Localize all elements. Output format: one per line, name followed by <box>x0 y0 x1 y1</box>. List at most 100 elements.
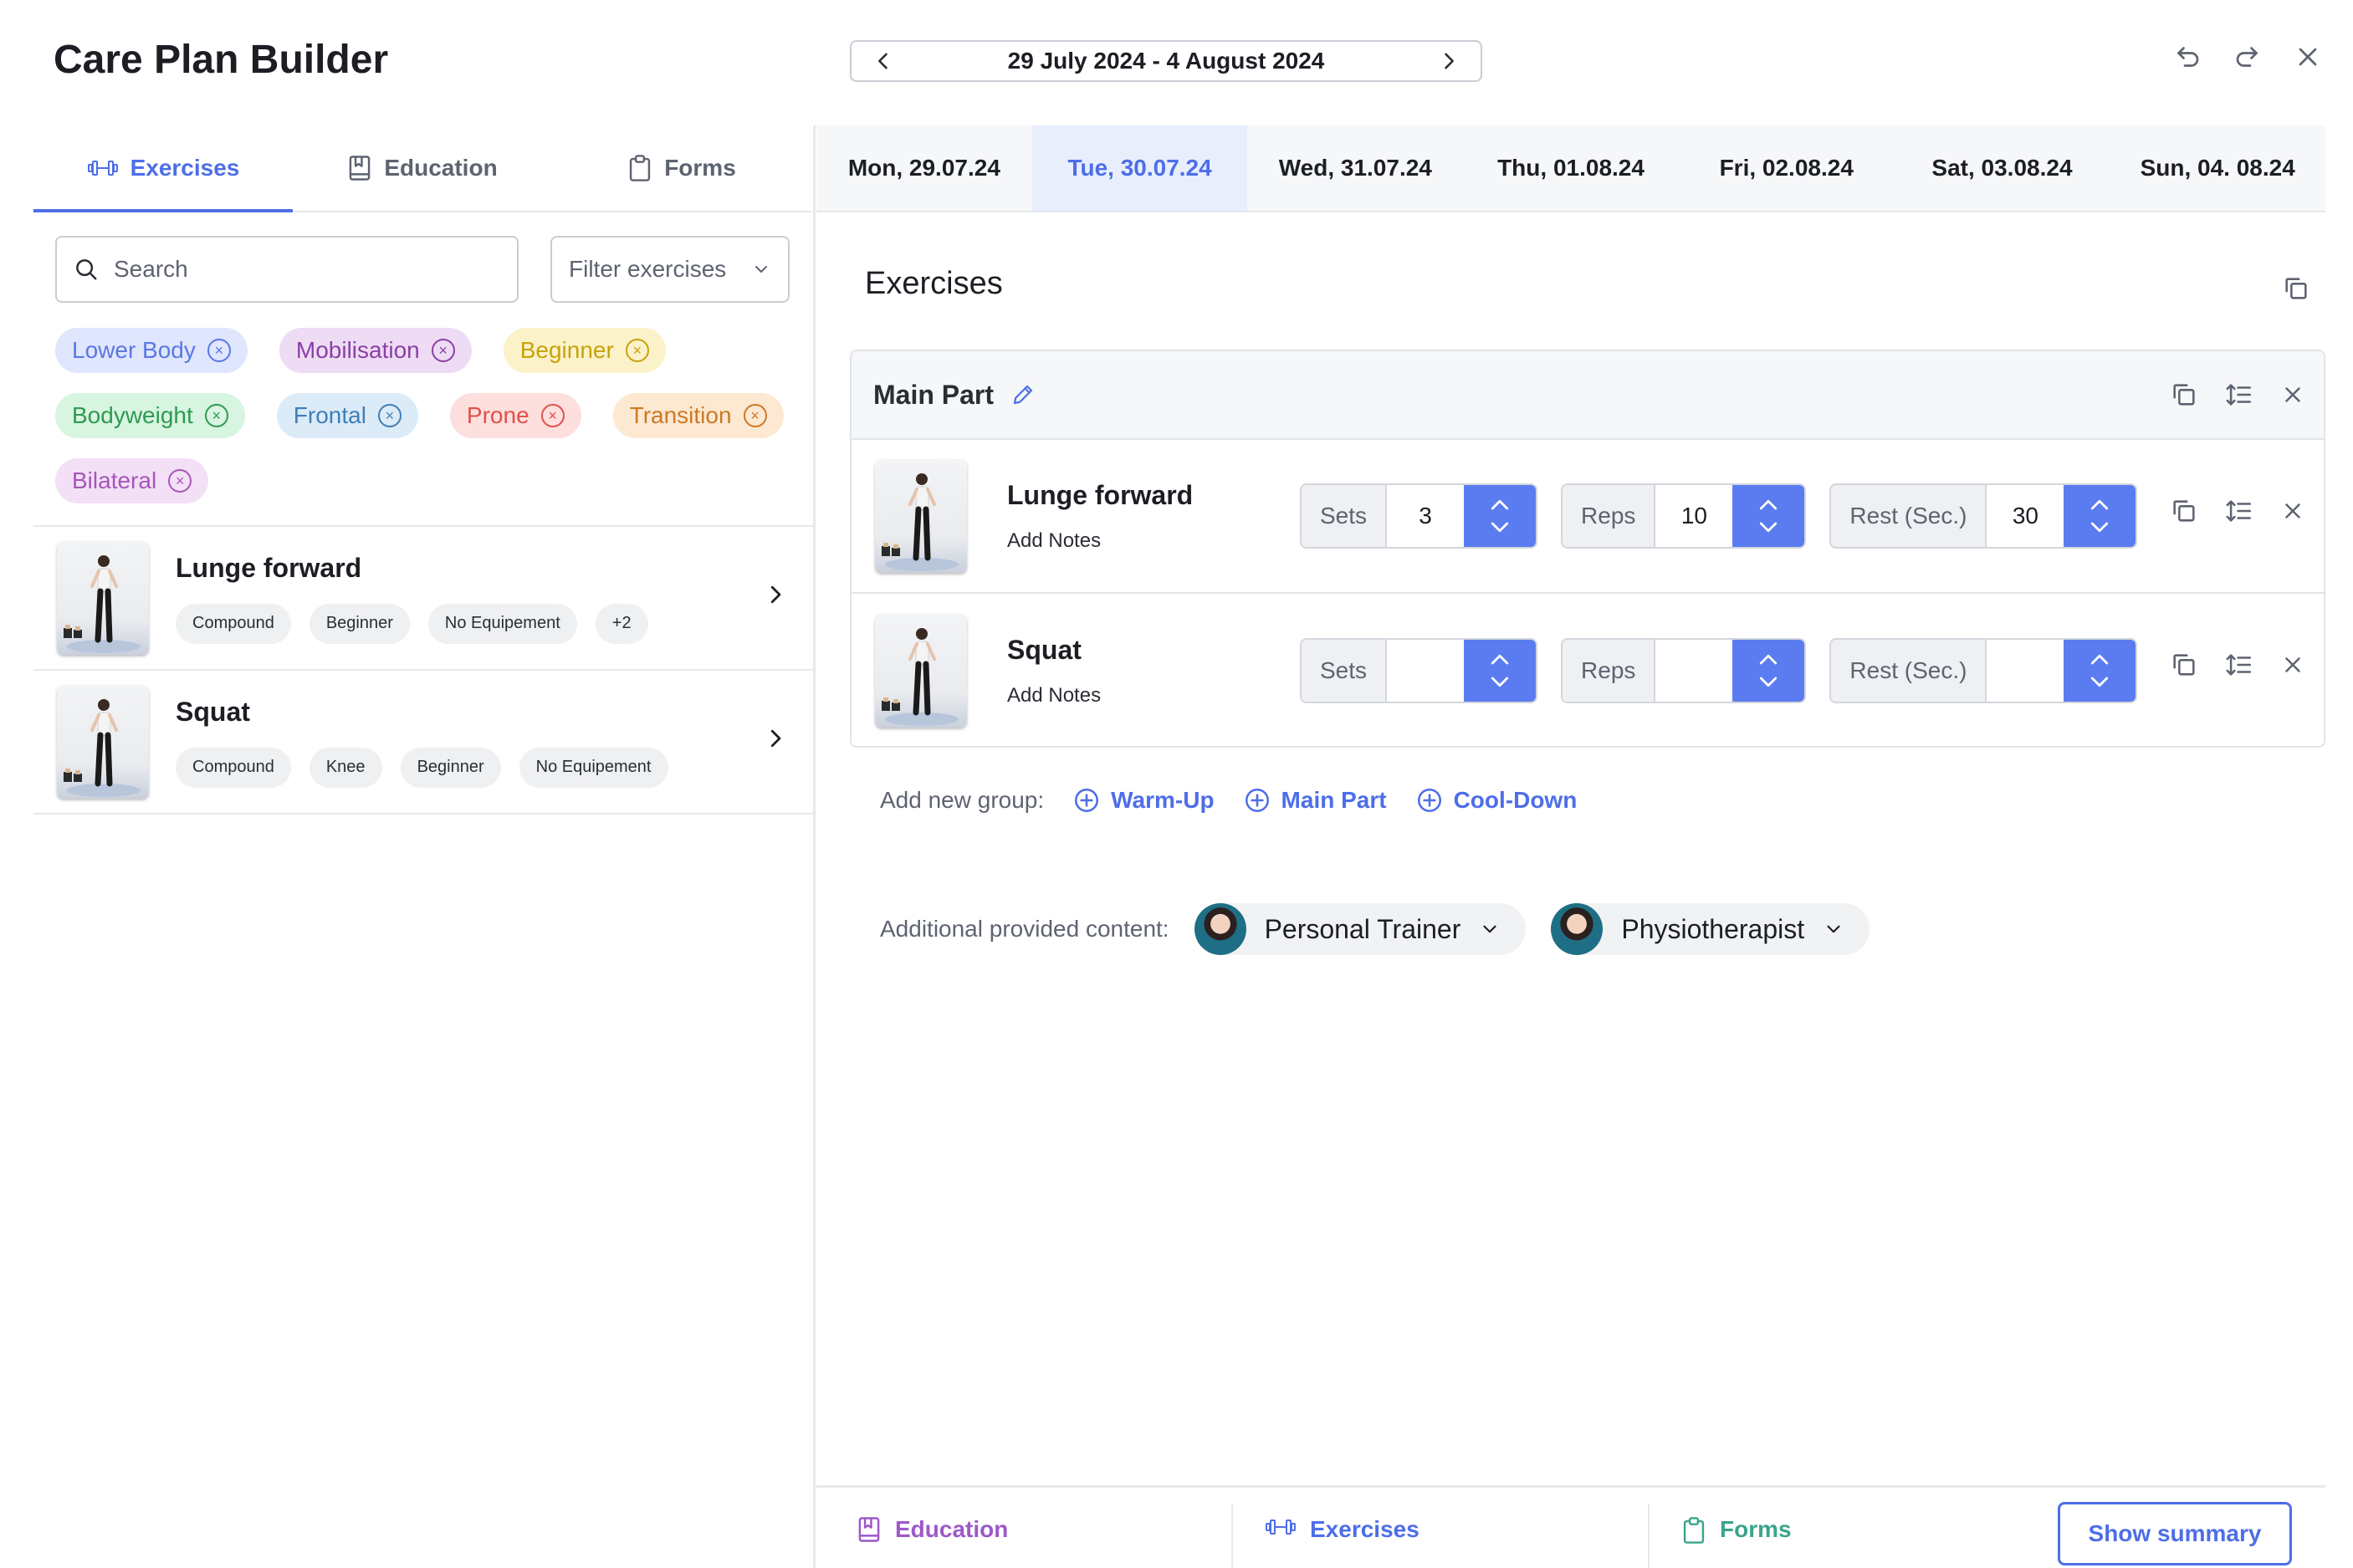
pencil-icon[interactable] <box>1010 382 1036 407</box>
duplicate-group-icon[interactable] <box>2170 381 2198 409</box>
chevron-down-icon[interactable] <box>2087 675 2112 690</box>
duplicate-exercise-icon[interactable] <box>2170 497 2198 525</box>
filter-chip[interactable]: Lower Body × <box>55 328 248 373</box>
chevron-right-icon[interactable] <box>763 582 788 607</box>
stepper-buttons <box>2064 640 2136 702</box>
provider-dropdown[interactable]: Personal Trainer <box>1194 903 1527 955</box>
remove-exercise-icon[interactable] <box>2280 498 2305 524</box>
chevron-right-icon[interactable] <box>1437 49 1460 73</box>
tab-forms-label: Forms <box>664 155 736 181</box>
stepper-value[interactable]: 30 <box>1987 485 2064 547</box>
exercise-actions <box>2170 651 2305 679</box>
chevron-up-icon[interactable] <box>1756 651 1781 667</box>
summary-exercises[interactable]: Exercises <box>1265 1488 1419 1568</box>
remove-chip-icon[interactable]: × <box>207 339 231 362</box>
tab-forms[interactable]: Forms <box>552 125 811 211</box>
exercise-row: Lunge forward Add Notes Sets 3 Reps 10 Rest (S… <box>852 440 2324 594</box>
chevron-down-icon <box>1823 918 1844 940</box>
exercise-thumbnail <box>875 459 967 573</box>
chevron-up-icon[interactable] <box>1487 651 1512 667</box>
stepper-value[interactable]: 10 <box>1655 485 1733 547</box>
additional-provided-content: Additional provided content: Personal Tr… <box>880 903 1870 955</box>
provider-dropdown[interactable]: Physiotherapist <box>1551 903 1870 955</box>
library-item-text: Lunge forward Compound Beginner No Equipeme… <box>176 553 648 644</box>
remove-exercise-icon[interactable] <box>2280 652 2305 677</box>
sets-stepper: Sets 3 <box>1300 483 1538 549</box>
stepper-buttons <box>1732 485 1805 547</box>
close-icon[interactable] <box>2293 42 2323 72</box>
chevron-up-icon[interactable] <box>2087 651 2112 667</box>
tab-education[interactable]: Education <box>293 125 552 211</box>
filter-chip-label: Beginner <box>519 337 614 363</box>
filter-chip-label: Mobilisation <box>295 337 420 363</box>
exercise-name: Lunge forward <box>1007 479 1194 510</box>
duplicate-exercise-icon[interactable] <box>2170 651 2198 679</box>
day-tab[interactable]: Mon, 29.07.24 <box>816 125 1032 211</box>
add-notes-link[interactable]: Add Notes <box>1007 529 1300 553</box>
add-group-option[interactable]: Cool-Down <box>1415 786 1578 815</box>
filter-chip[interactable]: Bilateral × <box>55 458 209 503</box>
chevron-down-icon[interactable] <box>1756 520 1781 535</box>
chevron-right-icon[interactable] <box>763 726 788 751</box>
stepper-value[interactable] <box>1387 640 1465 702</box>
remove-chip-icon[interactable]: × <box>377 404 402 427</box>
tab-exercises-label: Exercises <box>130 155 240 181</box>
avatar <box>1194 903 1246 955</box>
filter-exercises-dropdown[interactable]: Filter exercises <box>550 236 790 303</box>
add-notes-link[interactable]: Add Notes <box>1007 684 1300 707</box>
remove-chip-icon[interactable]: × <box>204 404 228 427</box>
reorder-exercise-icon[interactable] <box>2225 651 2253 679</box>
stepper-value[interactable] <box>1655 640 1733 702</box>
chevron-down-icon[interactable] <box>2087 520 2112 535</box>
reps-stepper: Reps <box>1561 638 1807 703</box>
remove-chip-icon[interactable]: × <box>431 339 455 362</box>
day-tab[interactable]: Thu, 01.08.24 <box>1463 125 1679 211</box>
remove-chip-icon[interactable]: × <box>625 339 649 362</box>
redo-icon[interactable] <box>2233 42 2263 72</box>
filter-chip[interactable]: Mobilisation × <box>279 328 472 373</box>
chevron-down-icon[interactable] <box>1487 675 1512 690</box>
library-item[interactable]: Squat Compound Knee Beginner No Equipement <box>33 671 813 815</box>
stepper-value[interactable]: 3 <box>1387 485 1465 547</box>
add-group-option[interactable]: Warm-Up <box>1072 786 1215 815</box>
day-tab[interactable]: Wed, 31.07.24 <box>1247 125 1463 211</box>
search-input[interactable] <box>114 256 490 283</box>
remove-chip-icon[interactable]: × <box>540 404 565 427</box>
stepper-label: Sets <box>1302 640 1388 702</box>
chevron-down-icon[interactable] <box>1487 520 1512 535</box>
tab-exercises[interactable]: Exercises <box>33 125 293 212</box>
filter-chip[interactable]: Transition × <box>612 393 784 438</box>
chevron-up-icon[interactable] <box>1487 497 1512 512</box>
add-group-option[interactable]: Main Part <box>1243 786 1387 815</box>
remove-group-icon[interactable] <box>2280 382 2305 407</box>
chevron-left-icon[interactable] <box>872 49 895 73</box>
filter-chip[interactable]: Prone × <box>449 393 581 438</box>
day-tab[interactable]: Sun, 04. 08.24 <box>2110 125 2325 211</box>
summary-education[interactable]: Education <box>857 1488 1008 1568</box>
filter-chip-label: Lower Body <box>72 337 196 363</box>
filter-label: Filter exercises <box>569 256 727 282</box>
day-tab[interactable]: Fri, 02.08.24 <box>1679 125 1895 211</box>
remove-chip-icon[interactable]: × <box>743 404 767 427</box>
remove-chip-icon[interactable]: × <box>168 469 192 493</box>
filter-chip[interactable]: Bodyweight × <box>55 393 245 438</box>
day-tab[interactable]: Sat, 03.08.24 <box>1895 125 2110 211</box>
add-group-option-label: Cool-Down <box>1453 787 1578 813</box>
book-icon <box>347 155 372 181</box>
undo-icon[interactable] <box>2172 42 2202 72</box>
copy-day-icon[interactable] <box>2282 274 2310 303</box>
filter-chip[interactable]: Frontal × <box>276 393 418 438</box>
filter-chip[interactable]: Beginner × <box>503 328 666 373</box>
add-group-option-label: Warm-Up <box>1111 787 1215 813</box>
app-title: Care Plan Builder <box>54 38 389 82</box>
chevron-up-icon[interactable] <box>2087 497 2112 512</box>
reorder-exercise-icon[interactable] <box>2225 497 2253 525</box>
stepper-value[interactable] <box>1987 640 2064 702</box>
summary-forms[interactable]: Forms <box>1681 1488 1792 1568</box>
day-tab[interactable]: Tue, 30.07.24 <box>1031 125 1248 211</box>
reorder-group-icon[interactable] <box>2225 381 2253 409</box>
library-item[interactable]: Lunge forward Compound Beginner No Equipeme… <box>33 527 813 671</box>
chevron-up-icon[interactable] <box>1756 497 1781 512</box>
chevron-down-icon[interactable] <box>1756 675 1781 690</box>
show-summary-button[interactable]: Show summary <box>2058 1502 2292 1565</box>
